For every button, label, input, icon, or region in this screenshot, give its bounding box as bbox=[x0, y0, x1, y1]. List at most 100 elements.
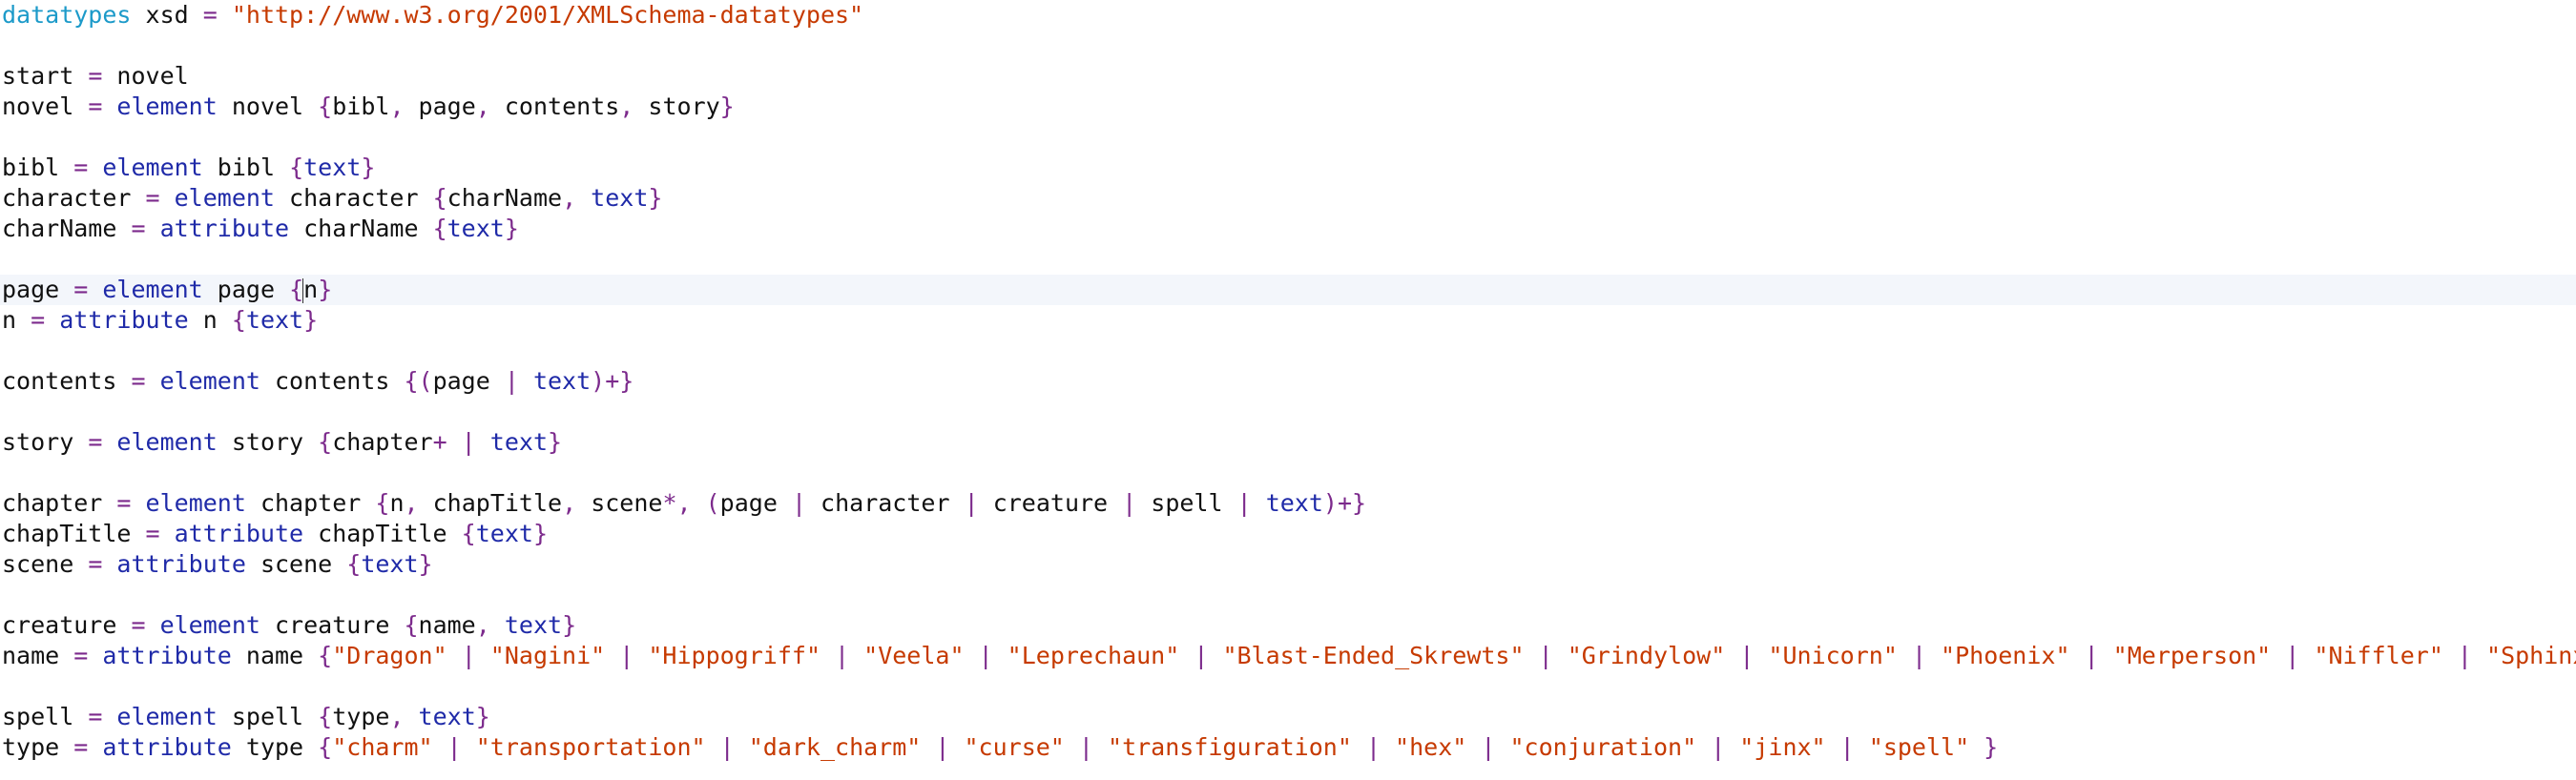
code-token: } bbox=[548, 428, 563, 456]
code-token: scene bbox=[2, 550, 89, 578]
code-token: "Leprechaun" bbox=[1007, 642, 1180, 669]
code-token: text bbox=[475, 520, 533, 547]
code-line[interactable]: spell = element spell {type, text} bbox=[0, 702, 2576, 732]
code-token: n bbox=[2, 306, 31, 334]
code-line[interactable] bbox=[0, 397, 2576, 427]
code-token: | bbox=[1524, 642, 1568, 669]
code-line[interactable]: name = attribute name {"Dragon" | "Nagin… bbox=[0, 641, 2576, 671]
code-token: | bbox=[1064, 733, 1109, 761]
code-token: } bbox=[648, 184, 663, 212]
code-token: , bbox=[404, 489, 419, 517]
code-token: } bbox=[719, 92, 735, 120]
code-line[interactable] bbox=[0, 336, 2576, 366]
code-token: character bbox=[2, 184, 146, 212]
code-token: "spell" bbox=[1868, 733, 1970, 761]
code-token: = bbox=[145, 520, 160, 547]
code-token: } bbox=[418, 550, 433, 578]
code-line[interactable]: chapTitle = attribute chapTitle {text} bbox=[0, 519, 2576, 549]
code-token: spell bbox=[217, 703, 319, 730]
code-token: "charm" bbox=[332, 733, 433, 761]
code-line[interactable]: page = element page {n} bbox=[0, 275, 2576, 305]
code-line[interactable] bbox=[0, 580, 2576, 610]
code-token: novel bbox=[102, 62, 189, 90]
code-token: | bbox=[821, 642, 864, 669]
code-token: = bbox=[31, 306, 46, 334]
code-token: attribute bbox=[88, 733, 232, 761]
code-token: | bbox=[447, 642, 490, 669]
code-token: page bbox=[202, 276, 290, 303]
code-token: contents bbox=[489, 92, 620, 120]
code-token: "Veela" bbox=[863, 642, 965, 669]
code-line[interactable] bbox=[0, 244, 2576, 275]
code-token: "hex" bbox=[1395, 733, 1467, 761]
code-token: "Dragon" bbox=[332, 642, 447, 669]
code-token: | bbox=[964, 642, 1008, 669]
code-token: , bbox=[389, 92, 405, 120]
code-line[interactable]: contents = element contents {(page | tex… bbox=[0, 366, 2576, 397]
code-token: | bbox=[605, 642, 649, 669]
code-token: contents bbox=[260, 367, 405, 395]
code-editor[interactable]: datatypes xsd = "http://www.w3.org/2001/… bbox=[0, 0, 2576, 780]
code-token: { bbox=[318, 92, 333, 120]
code-token: { bbox=[289, 276, 304, 303]
code-line[interactable]: bibl = element bibl {text} bbox=[0, 153, 2576, 183]
code-token: = bbox=[88, 62, 103, 90]
code-token: element bbox=[102, 428, 218, 456]
code-token: = bbox=[88, 428, 103, 456]
code-token: text bbox=[1251, 489, 1323, 517]
code-token: { bbox=[318, 642, 333, 669]
code-line[interactable] bbox=[0, 31, 2576, 61]
code-token: *, ( bbox=[662, 489, 720, 517]
code-line[interactable]: chapter = element chapter {n, chapTitle,… bbox=[0, 488, 2576, 519]
code-token: = bbox=[131, 367, 146, 395]
code-line[interactable]: datatypes xsd = "http://www.w3.org/2001/… bbox=[0, 0, 2576, 31]
code-token: "http://www.w3.org/2001/XMLSchema-dataty… bbox=[217, 1, 864, 29]
code-token: n bbox=[389, 489, 405, 517]
code-token: element bbox=[131, 489, 246, 517]
code-token: , bbox=[389, 703, 405, 730]
code-token: { bbox=[432, 215, 447, 242]
code-line[interactable]: story = element story {chapter+ | text} bbox=[0, 427, 2576, 458]
code-token: page bbox=[2, 276, 74, 303]
code-token: "jinx" bbox=[1739, 733, 1826, 761]
code-token: bibl bbox=[202, 154, 290, 181]
code-token: = bbox=[131, 215, 146, 242]
code-token: attribute bbox=[45, 306, 189, 334]
code-token: { bbox=[318, 428, 333, 456]
code-token: element bbox=[145, 367, 260, 395]
code-line[interactable]: start = novel bbox=[0, 61, 2576, 92]
code-token: charName bbox=[2, 215, 132, 242]
code-token: { bbox=[289, 154, 304, 181]
code-token: "curse" bbox=[964, 733, 1065, 761]
code-token: "Hippogriff" bbox=[648, 642, 821, 669]
code-token: = bbox=[73, 154, 89, 181]
code-line[interactable]: charName = attribute charName {text} bbox=[0, 214, 2576, 244]
code-token: "Unicorn" bbox=[1768, 642, 1898, 669]
code-token: } bbox=[361, 154, 376, 181]
code-token: name bbox=[231, 642, 319, 669]
code-line[interactable] bbox=[0, 122, 2576, 153]
code-token: contents bbox=[2, 367, 132, 395]
code-token: = bbox=[131, 611, 146, 639]
code-token: text bbox=[475, 428, 548, 456]
code-token: name bbox=[2, 642, 74, 669]
code-line[interactable]: novel = element novel {bibl, page, conte… bbox=[0, 92, 2576, 122]
code-token: creature bbox=[978, 489, 1123, 517]
code-line[interactable]: character = element character {charName,… bbox=[0, 183, 2576, 214]
code-line[interactable] bbox=[0, 458, 2576, 488]
code-line[interactable]: type = attribute type {"charm" | "transp… bbox=[0, 732, 2576, 763]
code-token: spell bbox=[2, 703, 89, 730]
code-line[interactable]: n = attribute n {text} bbox=[0, 305, 2576, 336]
code-line[interactable] bbox=[0, 671, 2576, 702]
code-line[interactable]: creature = element creature {name, text} bbox=[0, 610, 2576, 641]
code-line[interactable]: scene = attribute scene {text} bbox=[0, 549, 2576, 580]
code-token: , bbox=[475, 92, 490, 120]
code-token: | bbox=[791, 489, 806, 517]
code-token: | bbox=[1179, 642, 1223, 669]
code-token: | bbox=[1825, 733, 1869, 761]
code-token: , bbox=[562, 184, 577, 212]
code-token: character bbox=[275, 184, 433, 212]
code-token: { bbox=[375, 489, 390, 517]
code-token: | bbox=[1897, 642, 1942, 669]
code-token: | bbox=[1122, 489, 1137, 517]
